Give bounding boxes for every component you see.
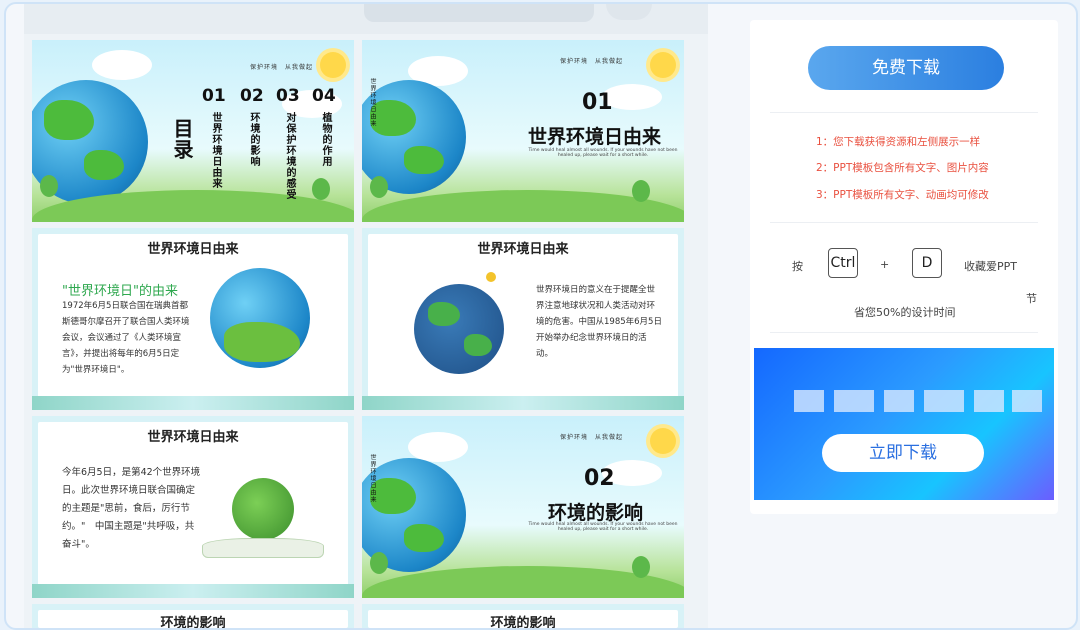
cloud xyxy=(408,432,468,462)
slide-partial-right[interactable]: 环境的影响 xyxy=(362,604,684,630)
globe-book-image xyxy=(232,478,294,540)
sun-icon xyxy=(650,428,676,454)
slide-toc[interactable]: 保护环境 从我做起 目录 01 世界环境日由来 02 环境的影响 03 对保护环… xyxy=(32,40,354,222)
tree xyxy=(632,180,650,202)
blurred-text xyxy=(1012,390,1042,412)
origin-text: 世界环境日的意义在于提醒全世界注意地球状况和人类活动对环境的危害。中国从1985… xyxy=(536,285,662,359)
slide-origin-1[interactable]: 世界环境日由来 "世界环境日"的由来 1972年6月5日联合国在瑞典首都斯德哥尔… xyxy=(32,228,354,410)
toc-label-3: 对保护环境的感受 xyxy=(284,112,295,200)
note-2: 2：PPT模板包含所有文字、图片内容 xyxy=(816,162,989,174)
download-now-button[interactable]: 立即下载 xyxy=(822,434,984,472)
save-time-text: 省您50%的设计时间 xyxy=(854,306,956,319)
free-download-button[interactable]: 免费下载 xyxy=(808,46,1004,90)
section-number: 01 xyxy=(582,90,613,115)
slide-footer-bar xyxy=(32,396,354,410)
blurred-text xyxy=(924,390,964,412)
slide-tagline: 保护环境 从我做起 xyxy=(560,58,624,65)
top-photo-strip xyxy=(24,4,708,34)
shortcut-collect-label: 收藏爱PPT xyxy=(964,260,1017,273)
cloud xyxy=(92,50,152,80)
blurred-text xyxy=(974,390,1004,412)
toc-label-4: 植物的作用 xyxy=(320,112,331,167)
tree xyxy=(40,175,58,197)
blurred-text xyxy=(794,390,824,412)
toc-title: 目录 xyxy=(168,118,197,167)
sun-dot xyxy=(486,272,496,282)
shortcut-plus: + xyxy=(880,258,890,271)
slide-title: 世界环境日由来 xyxy=(477,242,569,257)
blurred-text xyxy=(834,390,874,412)
toc-num-4: 04 xyxy=(312,86,336,106)
divider xyxy=(770,222,1038,223)
blurred-text xyxy=(884,390,914,412)
tree xyxy=(312,178,330,200)
side-label: 世界环境日由来 xyxy=(369,454,376,503)
mouse-image xyxy=(606,4,652,20)
d-key-icon: D xyxy=(912,248,942,278)
sun-icon xyxy=(320,52,346,78)
slide-partial-left[interactable]: 环境的影响 xyxy=(32,604,354,630)
slide-tagline: 保护环境 从我做起 xyxy=(250,64,314,71)
download-sidebar: 免费下载 1：您下载获得资源和左侧展示一样 2：PPT模板包含所有文字、图片内容… xyxy=(750,20,1058,514)
section-subtitle: Time would heal almost all wounds. If yo… xyxy=(528,522,678,532)
slide-origin-2[interactable]: 世界环境日由来 世界环境日的意义在于提醒全世界注意地球状况和人类活动对环境的危害… xyxy=(362,228,684,410)
ctrl-key-icon: Ctrl xyxy=(828,248,858,278)
shortcut-press-label: 按 xyxy=(792,260,803,273)
slide-title: 世界环境日由来 xyxy=(147,242,239,257)
tree xyxy=(370,552,388,574)
divider xyxy=(770,332,1038,333)
toc-label-1: 世界环境日由来 xyxy=(210,112,221,189)
slide-origin-3[interactable]: 世界环境日由来 今年6月5日，是第42个世界环境日。此次世界环境日联合国确定的主… xyxy=(32,416,354,598)
tree xyxy=(632,556,650,578)
toc-num-1: 01 xyxy=(202,86,226,106)
origin-text: 1972年6月5日联合国在瑞典首都斯德哥尔摩召开了联合国人类环境会议，会议通过了… xyxy=(62,301,190,375)
toc-num-2: 02 xyxy=(240,86,264,106)
globe-city-image xyxy=(210,268,310,368)
preview-panel[interactable]: 保护环境 从我做起 目录 01 世界环境日由来 02 环境的影响 03 对保护环… xyxy=(24,4,708,628)
origin-heading: "世界环境日"的由来 xyxy=(62,284,178,299)
toc-title-text: 目录 xyxy=(170,118,194,160)
globe-image xyxy=(414,284,504,374)
keyboard-image xyxy=(364,4,594,22)
section-title: 世界环境日由来 xyxy=(528,126,662,148)
slide-section-01[interactable]: 保护环境 从我做起 世界环境日由来 01 世界环境日由来 Time would … xyxy=(362,40,684,222)
section-subtitle: Time would heal almost all wounds. If yo… xyxy=(528,148,678,158)
origin-text: 今年6月5日，是第42个世界环境日。此次世界环境日联合国确定的主题是"思前，食后… xyxy=(62,467,201,550)
divider xyxy=(770,112,1038,113)
slide-tagline: 保护环境 从我做起 xyxy=(560,434,624,441)
promo-banner[interactable]: 立即下载 xyxy=(754,348,1054,500)
shortcut-jie: 节 xyxy=(1026,292,1037,305)
note-3: 3：PPT模板所有文字、动画均可修改 xyxy=(816,189,989,201)
toc-label-2: 环境的影响 xyxy=(248,112,259,167)
toc-num-3: 03 xyxy=(276,86,300,106)
browser-frame: 保护环境 从我做起 目录 01 世界环境日由来 02 环境的影响 03 对保护环… xyxy=(4,2,1078,630)
slide-footer-bar xyxy=(32,584,354,598)
slide-title: 环境的影响 xyxy=(490,616,556,630)
section-number: 02 xyxy=(584,466,615,491)
slide-title: 世界环境日由来 xyxy=(147,430,239,445)
slide-section-02[interactable]: 保护环境 从我做起 世界环境日由来 02 环境的影响 Time would he… xyxy=(362,416,684,598)
tree xyxy=(370,176,388,198)
note-1: 1：您下载获得资源和左侧展示一样 xyxy=(816,136,981,148)
slide-footer-bar xyxy=(362,396,684,410)
sun-icon xyxy=(650,52,676,78)
side-label: 世界环境日由来 xyxy=(369,78,376,127)
slide-title: 环境的影响 xyxy=(160,616,226,630)
book-image xyxy=(202,538,324,558)
section-title: 环境的影响 xyxy=(548,502,644,524)
